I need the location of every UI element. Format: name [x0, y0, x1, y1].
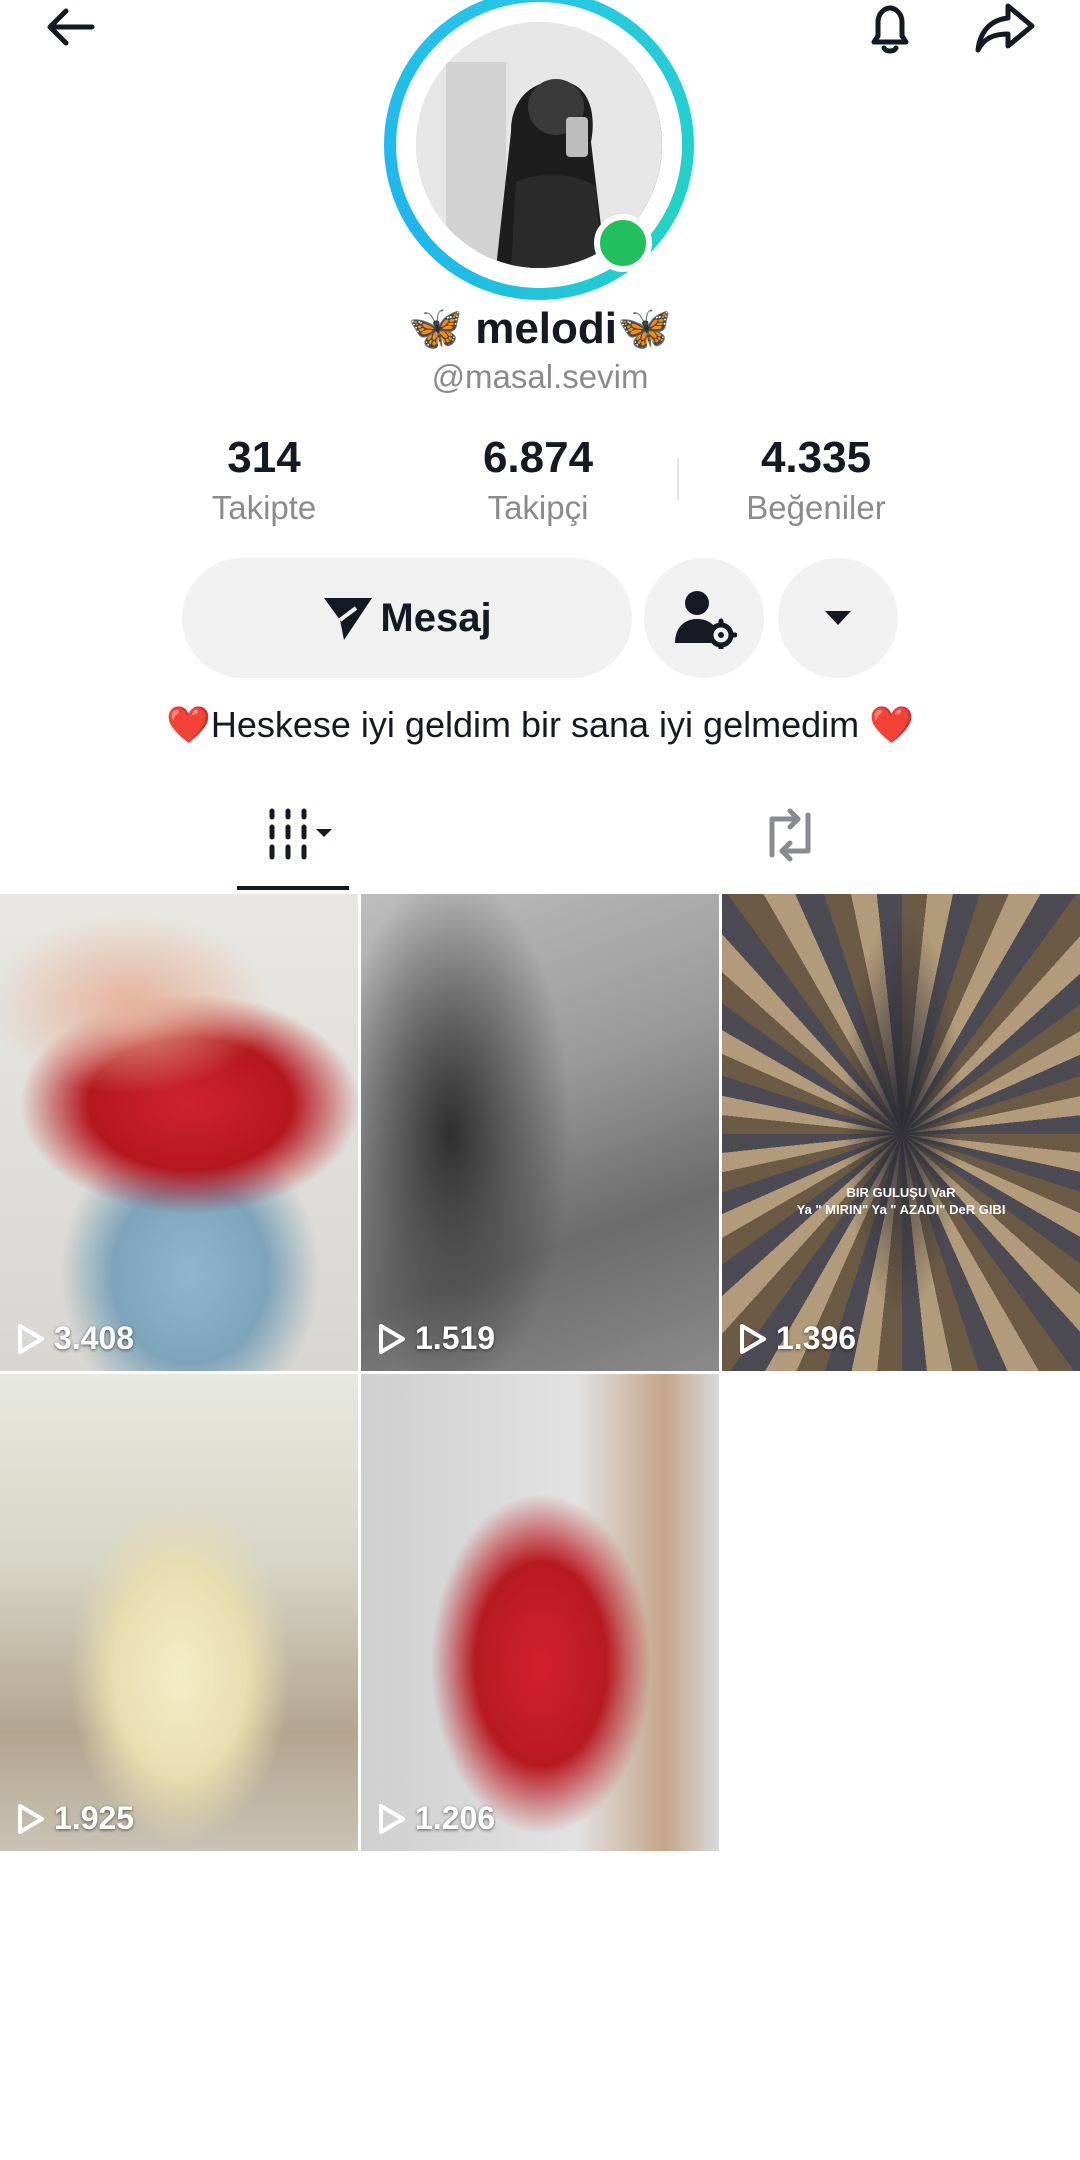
play-icon [379, 1803, 405, 1834]
video-caption: BIR GULUŞU VaR Ya " MIRIN" Ya " AZADI" D… [722, 1184, 1080, 1218]
notifications-button[interactable] [850, 0, 930, 56]
likes-label: Beğeniler [746, 489, 886, 526]
share-button[interactable] [960, 0, 1050, 56]
followers-label: Takipçi [487, 489, 589, 526]
followers-count: 6.874 [482, 433, 594, 482]
view-count: 1.396 [738, 1320, 856, 1357]
friend-settings-button[interactable] [644, 558, 764, 678]
play-icon [18, 1803, 44, 1834]
person-gear-icon [675, 591, 737, 649]
bell-icon [871, 5, 909, 54]
arrow-left-icon [47, 8, 95, 46]
video-caption-line: BIR GULUŞU VaR [846, 1185, 956, 1200]
active-tab-indicator [237, 886, 349, 890]
video-thumbnail[interactable]: 1.206 [361, 1374, 719, 1851]
likes-stat[interactable]: 4.335 Beğeniler [686, 432, 946, 530]
online-status-indicator [594, 214, 652, 272]
share-arrow-icon [975, 3, 1035, 53]
view-count-value: 1.206 [415, 1800, 496, 1836]
view-count-value: 1.519 [415, 1320, 496, 1356]
view-count: 1.925 [16, 1800, 134, 1837]
video-caption-line: Ya " MIRIN" Ya " AZADI" DeR GIBI [796, 1202, 1006, 1217]
back-button[interactable] [30, 0, 110, 56]
grid-icon [269, 808, 332, 860]
message-button[interactable]: Mesaj [182, 558, 632, 678]
video-thumbnail[interactable]: BIR GULUŞU VaR Ya " MIRIN" Ya " AZADI" D… [722, 894, 1080, 1371]
following-count: 314 [227, 433, 301, 482]
more-options-button[interactable] [778, 558, 898, 678]
view-count-value: 1.396 [776, 1320, 857, 1356]
following-label: Takipte [211, 489, 317, 526]
play-icon [740, 1323, 766, 1354]
view-count-value: 1.925 [54, 1800, 135, 1836]
display-name: 🦋 melodi🦋 [408, 304, 672, 353]
video-thumbnail[interactable]: 1.519 [361, 894, 719, 1371]
video-thumbnail[interactable]: 3.408 [0, 894, 358, 1371]
caret-down-icon [825, 611, 851, 625]
following-stat[interactable]: 314 Takipte [134, 432, 394, 530]
play-icon [18, 1323, 44, 1354]
repost-icon [769, 808, 811, 862]
username: @masal.sevim [431, 358, 649, 395]
bio: ❤️Heskese iyi geldim bir sana iyi gelmed… [166, 704, 914, 745]
stat-divider [677, 458, 679, 500]
likes-count: 4.335 [760, 433, 872, 482]
video-thumbnail[interactable]: 1.925 [0, 1374, 358, 1851]
followers-stat[interactable]: 6.874 Takipçi [408, 432, 668, 530]
view-count: 1.206 [377, 1800, 495, 1837]
tab-videos[interactable] [200, 780, 400, 890]
play-icon [379, 1323, 405, 1354]
tab-reposts[interactable] [690, 780, 890, 890]
view-count-value: 3.408 [54, 1320, 135, 1356]
send-icon [324, 598, 373, 640]
message-label: Mesaj [380, 595, 492, 640]
view-count: 1.519 [377, 1320, 495, 1357]
view-count: 3.408 [16, 1320, 134, 1357]
